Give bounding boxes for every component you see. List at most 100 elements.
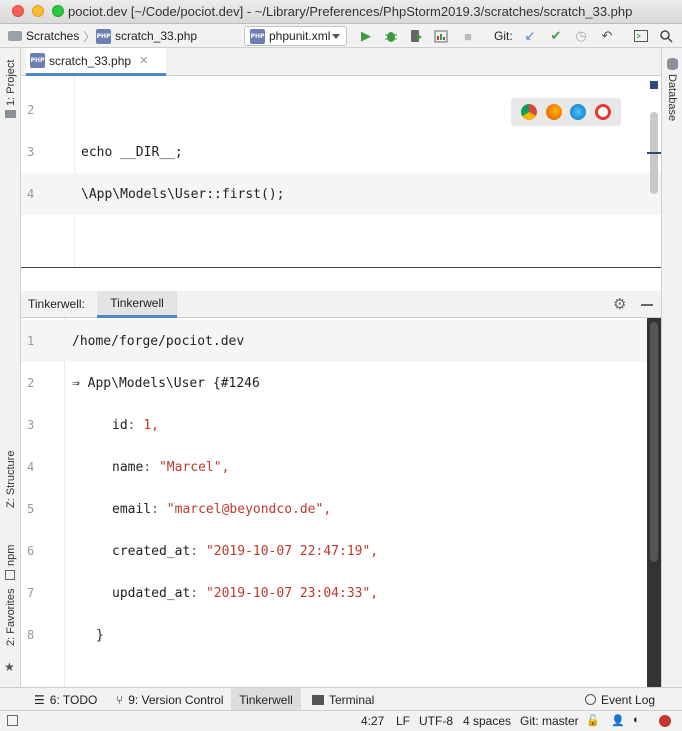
file-encoding[interactable]: UTF-8 <box>419 714 453 728</box>
event-log-icon <box>585 694 596 705</box>
run-configuration-select[interactable]: PHP phpunit.xml <box>244 26 347 46</box>
error-icon[interactable] <box>659 715 671 727</box>
folder-icon <box>5 110 16 118</box>
indent-setting[interactable]: 4 spaces <box>463 714 511 728</box>
line-number: 4 <box>27 187 35 201</box>
line-separator[interactable]: LF <box>396 714 410 728</box>
lock-icon[interactable]: 🔓 <box>586 714 600 727</box>
output-text: } <box>96 627 104 643</box>
breadcrumb-scratches[interactable]: Scratches 〉 <box>8 24 95 48</box>
database-icon <box>667 58 678 70</box>
line-code: \App\Models\User::first(); <box>81 186 285 202</box>
output-line: 4 name: "Marcel", <box>27 459 230 475</box>
project-tool-button[interactable]: 1: Project <box>5 60 17 106</box>
right-tool-strip: Database <box>661 48 682 687</box>
line-number: 2 <box>27 103 35 117</box>
tab-scratch-33[interactable]: PHP scratch_33.php ✕ <box>26 48 166 76</box>
tab-terminal[interactable]: Terminal <box>312 688 374 711</box>
tinkerwell-tool-header: Tinkerwell: Tinkerwell ⚙ <box>21 291 661 318</box>
line-number: 5 <box>27 502 35 516</box>
terminal-window-icon[interactable] <box>632 27 650 45</box>
tab-tinkerwell-output[interactable]: Tinkerwell <box>97 291 177 318</box>
title-bar: pociot.dev [~/Code/pociot.dev] - ~/Libra… <box>0 0 682 24</box>
database-tool-button[interactable]: Database <box>666 74 678 121</box>
stop-icon[interactable]: ■ <box>459 27 477 45</box>
php-file-icon: PHP <box>96 28 111 44</box>
tool-windows-toggle-icon[interactable] <box>7 715 18 726</box>
code-editor[interactable]: 2 3 echo __DIR__; 4 \App\Models\User::fi… <box>21 76 661 268</box>
chrome-icon[interactable] <box>521 104 538 120</box>
safari-icon[interactable] <box>570 104 587 120</box>
search-icon[interactable] <box>657 27 675 45</box>
output-text: /home/forge/pociot.dev <box>72 333 245 349</box>
opera-icon[interactable] <box>594 104 611 120</box>
property-key: email <box>112 501 152 517</box>
zoom-window-button[interactable] <box>52 5 64 17</box>
git-branch[interactable]: Git: master <box>520 714 579 728</box>
inspection-status-icon[interactable] <box>650 81 658 89</box>
editor-tab-bar: PHP scratch_33.php ✕ <box>21 48 661 76</box>
line-number: 3 <box>27 418 35 432</box>
caret-position[interactable]: 4:27 <box>361 714 384 728</box>
window-title: pociot.dev [~/Code/pociot.dev] - ~/Libra… <box>68 4 633 19</box>
debug-icon[interactable] <box>382 27 400 45</box>
star-icon: ★ <box>4 660 15 674</box>
editor-line-current[interactable]: 4 \App\Models\User::first(); <box>21 173 661 215</box>
bottom-tool-tabs: ☰ 6: TODO ⑂ 9: Version Control Tinkerwel… <box>0 687 682 711</box>
tab-version-control[interactable]: ⑂ 9: Version Control <box>116 688 224 711</box>
left-tool-strip: 1: Project Z: Structure npm 2: Favorites… <box>0 48 21 687</box>
browser-preview-popup <box>511 98 621 126</box>
php-file-icon: PHP <box>30 53 45 68</box>
firefox-icon[interactable] <box>545 104 562 120</box>
structure-tool-button[interactable]: Z: Structure <box>5 451 17 508</box>
tinkerwell-output[interactable]: 1 /home/forge/pociot.dev 2 ⇒ App\Models\… <box>21 318 661 687</box>
editor-line[interactable]: 3 echo __DIR__; <box>21 131 661 173</box>
navigation-bar: Scratches 〉 PHP scratch_33.php PHP phpun… <box>0 24 682 48</box>
output-scrollbar[interactable] <box>650 322 658 562</box>
close-window-button[interactable] <box>12 5 24 17</box>
output-line: 2 ⇒ App\Models\User {#1246 <box>21 362 647 404</box>
npm-icon <box>5 570 15 580</box>
history-icon[interactable]: ◷ <box>572 27 590 45</box>
output-line: 8 } <box>21 614 647 656</box>
breadcrumb-file[interactable]: PHP scratch_33.php <box>96 24 197 48</box>
property-value: "Marcel", <box>158 459 230 475</box>
chevron-right-icon: 〉 <box>83 29 96 44</box>
coverage-icon[interactable] <box>407 27 425 45</box>
tool-window-label: Tinkerwell: <box>28 297 85 311</box>
line-number: 3 <box>27 145 35 159</box>
branch-icon: ⑂ <box>116 692 124 707</box>
line-number: 2 <box>27 376 35 390</box>
close-icon[interactable]: ✕ <box>139 54 148 67</box>
inspector-icon[interactable]: 👤 <box>611 714 625 727</box>
profile-icon[interactable] <box>432 27 450 45</box>
line-number: 4 <box>27 460 35 474</box>
line-number: 8 <box>27 628 35 642</box>
npm-tool-button[interactable]: npm <box>5 545 17 566</box>
git-label: Git: <box>494 29 513 43</box>
commit-icon[interactable]: ✔ <box>547 27 565 45</box>
memory-indicator-icon[interactable]: ◐ <box>633 714 640 726</box>
run-icon[interactable]: ▶ <box>357 27 375 45</box>
window-controls <box>12 5 64 17</box>
update-project-icon[interactable]: ↙ <box>521 27 539 45</box>
property-value: "2019-10-07 22:47:19", <box>205 543 379 559</box>
chevron-down-icon <box>332 34 340 39</box>
rollback-icon[interactable]: ↶ <box>598 27 616 45</box>
event-log-button[interactable]: Event Log <box>585 688 655 711</box>
property-value: "marcel@beyondco.de", <box>166 501 332 517</box>
line-number: 1 <box>27 334 35 348</box>
output-line: 5 email: "marcel@beyondco.de", <box>27 501 332 517</box>
terminal-icon <box>312 694 324 705</box>
property-key: name <box>112 459 144 475</box>
gear-icon[interactable]: ⚙ <box>613 295 626 313</box>
php-file-icon: PHP <box>250 28 265 44</box>
minimize-window-button[interactable] <box>32 5 44 17</box>
minimize-icon[interactable] <box>641 304 653 306</box>
tab-todo[interactable]: ☰ 6: TODO <box>34 688 97 711</box>
output-line: 6 created_at: "2019-10-07 22:47:19", <box>27 543 379 559</box>
line-code: echo __DIR__; <box>81 144 183 160</box>
favorites-tool-button[interactable]: 2: Favorites <box>5 589 17 646</box>
tab-tinkerwell[interactable]: Tinkerwell <box>231 688 301 711</box>
folder-icon <box>8 31 22 41</box>
